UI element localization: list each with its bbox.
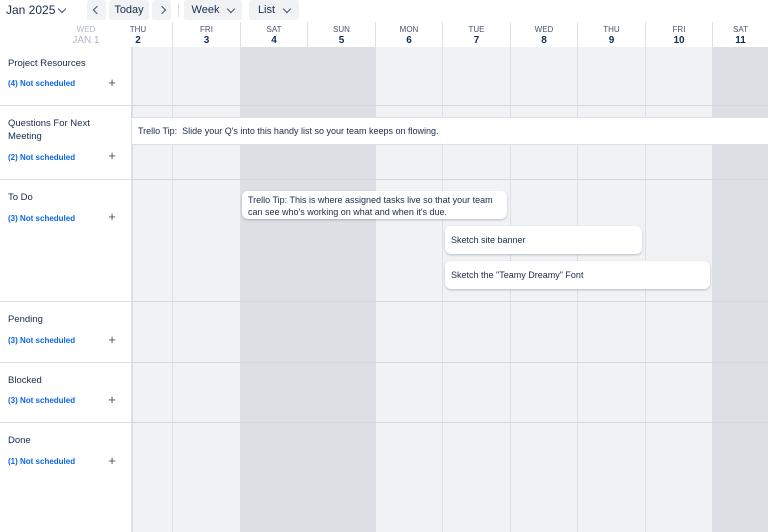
list-title: Blocked — [8, 375, 42, 386]
list-row-questions: Questions For Next Meeting (2) Not sched… — [0, 106, 132, 180]
view-selector[interactable]: Week — [184, 0, 242, 20]
day-header-4: SAT 4 — [240, 22, 307, 47]
trello-tip-questions-card[interactable]: Trello Tip: Slide your Q's into this han… — [132, 117, 768, 145]
card-title: Sketch the "Teamy Dreamy" Font — [451, 270, 584, 280]
day-name: SAT — [266, 25, 282, 34]
day-name: FRI — [200, 25, 213, 34]
day-date: 6 — [406, 35, 412, 46]
row-divider — [132, 422, 768, 423]
list-row-project-resources: Project Resources (4) Not scheduled + — [0, 47, 132, 106]
prev-week-button[interactable] — [87, 0, 106, 20]
list-row-to-do: To Do (3) Not scheduled + — [0, 180, 132, 302]
list-title: Done — [8, 435, 31, 446]
list-title: Project Resources — [8, 58, 86, 69]
day-header-11: SAT 11 — [712, 22, 768, 47]
trello-tip-todo-card[interactable]: Trello Tip: This is where assigned tasks… — [242, 191, 507, 219]
day-name: WED — [534, 25, 554, 34]
add-icon[interactable]: + — [106, 210, 118, 223]
day-name: SAT — [733, 25, 748, 34]
card-title: Sketch site banner — [451, 235, 526, 245]
day-name: SUN — [333, 25, 350, 34]
list-title: To Do — [8, 192, 33, 203]
chevron-down-icon — [227, 4, 236, 13]
month-label: Jan 2025 — [6, 3, 56, 17]
day-date: 3 — [203, 35, 210, 46]
list-row-blocked: Blocked (3) Not scheduled + — [0, 363, 132, 423]
day-header-7: TUE 7 — [442, 22, 510, 47]
day-date: 10 — [673, 35, 685, 46]
row-divider — [132, 179, 768, 180]
tip-text: Trello Tip: Slide your Q's into this han… — [138, 126, 439, 136]
day-header-9: THU 9 — [577, 22, 645, 47]
not-scheduled-link[interactable]: (3) Not scheduled — [8, 396, 75, 405]
day-date: 11 — [735, 35, 746, 46]
chevron-down-icon — [58, 4, 67, 13]
today-button[interactable]: Today — [109, 0, 149, 20]
card-sketch-font[interactable]: Sketch the "Teamy Dreamy" Font — [445, 261, 710, 289]
month-selector[interactable]: Jan 2025 — [2, 0, 69, 20]
list-title: Questions For Next Meeting — [8, 118, 90, 142]
day-date: 2 — [135, 35, 141, 46]
not-scheduled-link[interactable]: (3) Not scheduled — [8, 336, 75, 345]
tip-text: Trello Tip: This is where assigned tasks… — [248, 195, 493, 217]
chevron-down-icon — [282, 4, 292, 13]
view-label: Week — [191, 4, 220, 16]
list-title: Pending — [8, 314, 43, 325]
not-scheduled-link[interactable]: (1) Not scheduled — [8, 457, 75, 466]
add-icon[interactable]: + — [106, 393, 118, 406]
day-date: 7 — [473, 35, 480, 46]
chevron-left-icon — [92, 5, 101, 15]
chevron-right-icon — [157, 5, 166, 15]
day-name: MON — [399, 25, 419, 34]
day-name: THU — [129, 25, 147, 34]
not-scheduled-link[interactable]: (3) Not scheduled — [8, 214, 75, 223]
layout-label: List — [257, 4, 276, 16]
row-divider — [132, 105, 768, 106]
add-icon[interactable]: + — [106, 76, 118, 89]
today-label: Today — [114, 4, 144, 16]
row-divider — [132, 362, 768, 363]
add-icon[interactable]: + — [106, 149, 118, 162]
list-row-done: Done (1) Not scheduled + — [0, 423, 132, 532]
layout-selector[interactable]: List — [249, 0, 299, 20]
day-date: 5 — [338, 35, 345, 46]
add-icon[interactable]: + — [106, 333, 118, 346]
day-date: 9 — [608, 35, 615, 46]
day-header-8: WED 8 — [510, 22, 577, 47]
day-date: 8 — [541, 35, 547, 46]
card-sketch-site-banner[interactable]: Sketch site banner — [445, 226, 642, 254]
list-row-pending: Pending (3) Not scheduled + — [0, 302, 132, 363]
add-icon[interactable]: + — [106, 454, 118, 467]
next-week-button[interactable] — [152, 0, 171, 20]
day-header-10: FRI 10 — [645, 22, 712, 47]
day-header-6: MON 6 — [375, 22, 442, 47]
toolbar-divider — [178, 3, 179, 17]
day-header-2: THU 2 — [104, 22, 172, 47]
not-scheduled-link[interactable]: (2) Not scheduled — [8, 153, 75, 162]
day-name: THU — [603, 25, 620, 34]
not-scheduled-link[interactable]: (4) Not scheduled — [8, 79, 75, 88]
day-name: TUE — [468, 25, 485, 34]
day-header-5: SUN 5 — [307, 22, 375, 47]
day-header: WED JAN 1 THU 2 FRI 3 SAT 4 SUN 5 MON 6 … — [0, 22, 768, 47]
day-name: FRI — [672, 25, 686, 34]
row-divider — [132, 301, 768, 302]
day-date: 4 — [271, 35, 277, 46]
calendar-toolbar: Jan 2025 Today Week List — [0, 0, 768, 22]
day-header-3: FRI 3 — [172, 22, 240, 47]
